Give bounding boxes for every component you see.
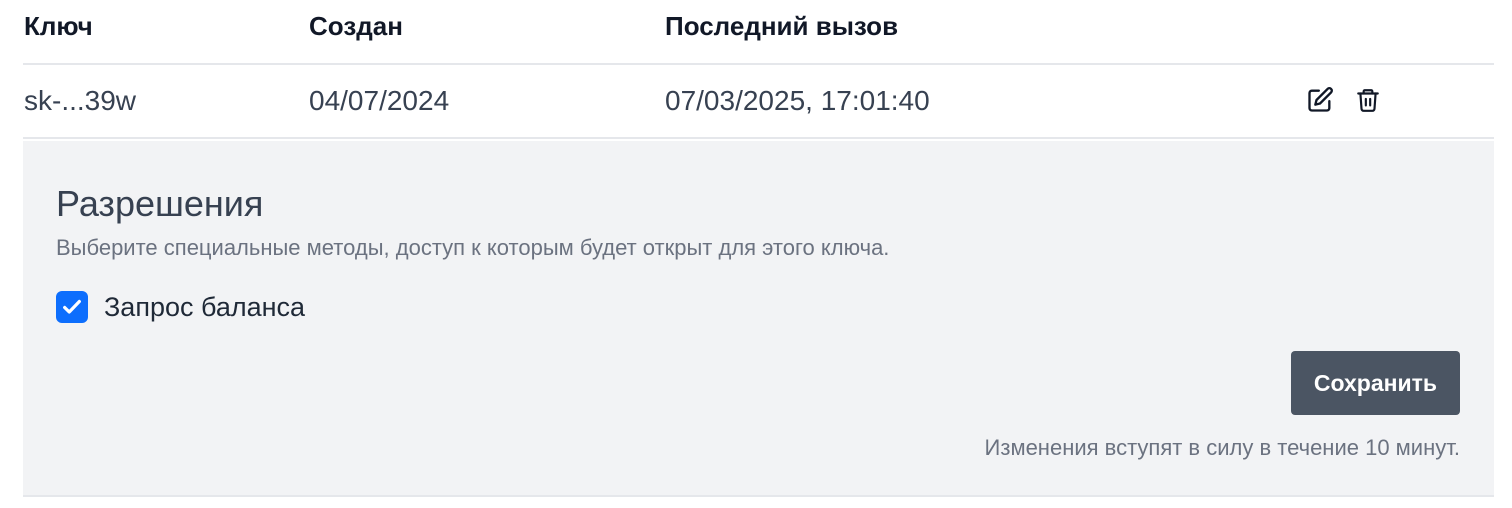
key-value: sk-...39w (24, 85, 137, 116)
edit-button[interactable] (1305, 85, 1335, 115)
created-date: 04/07/2024 (309, 85, 450, 116)
api-keys-table: Ключ Создан Последний вызов sk-...39w 04… (23, 0, 1494, 497)
table-row: sk-...39w 04/07/2024 07/03/2025, 17:01:4… (23, 65, 1494, 139)
permissions-title: Разрешения (56, 183, 264, 224)
row-actions (1305, 85, 1383, 115)
save-note: Изменения вступят в силу в течение 10 ми… (984, 435, 1460, 460)
permission-item[interactable]: Запрос баланса (56, 291, 305, 323)
table-header: Ключ Создан Последний вызов (23, 0, 1494, 65)
checkmark-icon (63, 299, 81, 314)
trash-icon (1357, 89, 1379, 112)
permissions-description: Выберите специальные методы, доступ к ко… (56, 235, 890, 260)
column-header-key: Ключ (24, 11, 93, 41)
permission-label: Запрос баланса (104, 291, 306, 322)
permission-checkbox[interactable] (56, 291, 88, 323)
last-call-datetime: 07/03/2025, 17:01:40 (665, 85, 930, 116)
permissions-panel: Разрешения Выберите специальные методы, … (23, 141, 1494, 497)
delete-button[interactable] (1353, 85, 1383, 115)
save-button[interactable]: Сохранить (1291, 351, 1460, 415)
column-header-created: Создан (309, 11, 403, 41)
pencil-icon (1308, 87, 1333, 112)
column-header-last-call: Последний вызов (665, 11, 899, 41)
